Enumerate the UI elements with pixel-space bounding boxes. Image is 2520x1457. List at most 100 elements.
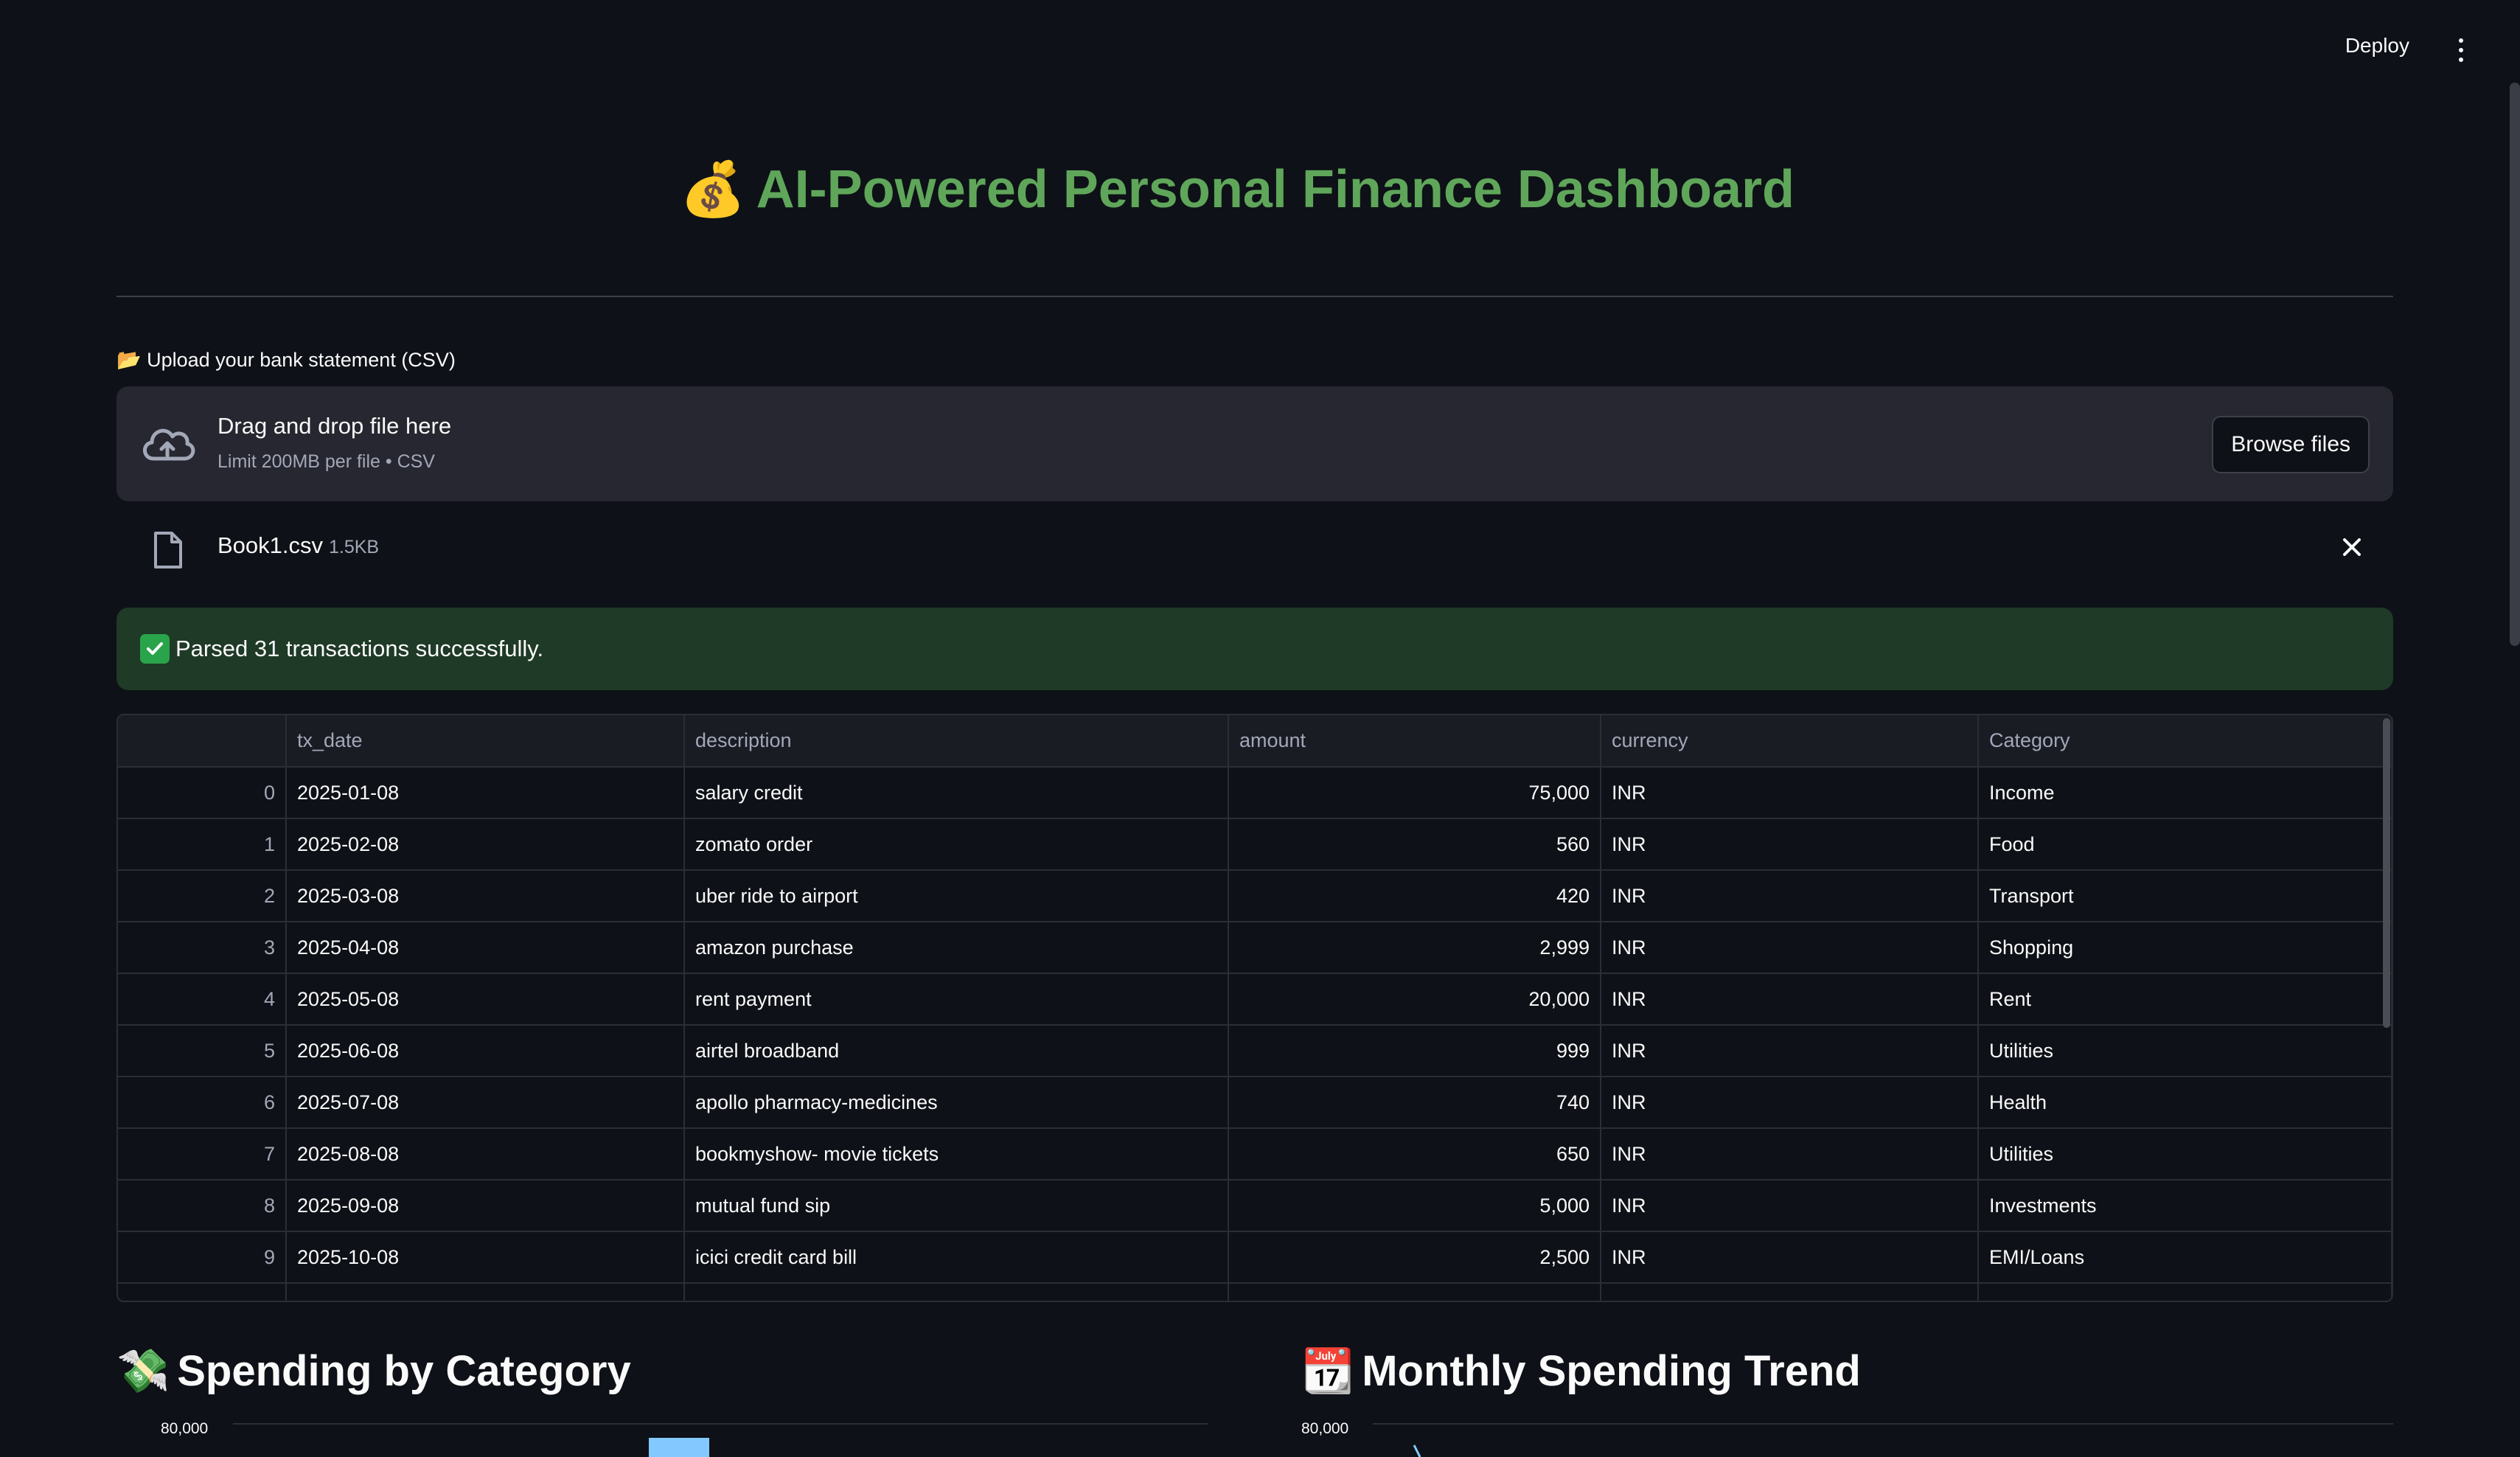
column-header[interactable]: currency [1601, 715, 1979, 768]
amount-cell[interactable]: 2,999 [1228, 922, 1601, 974]
date-cell[interactable]: 2025-04-08 [286, 922, 685, 974]
amount-cell[interactable]: 5,000 [1228, 1180, 1601, 1232]
amount-cell[interactable]: 740 [1228, 1077, 1601, 1129]
file-icon [154, 532, 182, 568]
table-row[interactable]: 1 2025-02-08 zomato order 560 INR Food [118, 818, 2392, 871]
category-cell[interactable]: Utilities [1978, 1025, 2392, 1077]
file-size: 1.5KB [329, 537, 380, 557]
description-cell[interactable]: salary credit [684, 767, 1229, 819]
row-index-cell[interactable]: 2 [118, 870, 287, 922]
row-index-cell[interactable]: 5 [118, 1025, 287, 1077]
category-cell[interactable]: EMI/Loans [1978, 1231, 2392, 1284]
description-cell[interactable]: apollo pharmacy-medicines [684, 1077, 1229, 1129]
table-row[interactable]: 8 2025-09-08 mutual fund sip 5,000 INR Invest… [118, 1180, 2392, 1232]
file-name: Book1.csv [217, 532, 324, 558]
currency-cell[interactable]: INR [1601, 870, 1979, 922]
deploy-button[interactable]: Deploy [2345, 34, 2409, 58]
table-row[interactable]: 6 2025-07-08 apollo pharmacy-medicines 740 I… [118, 1077, 2392, 1129]
browse-files-button[interactable]: Browse files [2212, 416, 2370, 473]
date-cell[interactable]: 2025-01-08 [286, 767, 685, 819]
row-index-cell[interactable]: 3 [118, 922, 287, 974]
row-index-cell[interactable]: 4 [118, 973, 287, 1026]
amount-cell[interactable]: 20,000 [1228, 973, 1601, 1026]
date-cell[interactable]: 2025-03-08 [286, 870, 685, 922]
check-mark-icon [140, 634, 170, 664]
category-cell[interactable]: Transport [1978, 870, 2392, 922]
description-cell[interactable]: bookmyshow- movie tickets [684, 1128, 1229, 1180]
currency-cell[interactable]: INR [1601, 1128, 1979, 1180]
row-index-cell[interactable]: 9 [118, 1231, 287, 1284]
main-menu-icon[interactable] [2457, 38, 2465, 62]
date-cell[interactable]: 2025-07-08 [286, 1077, 685, 1129]
column-header[interactable]: description [684, 715, 1229, 768]
page-title-text: AI-Powered Personal Finance Dashboard [756, 160, 1795, 219]
date-cell[interactable]: 2025-08-08 [286, 1128, 685, 1180]
currency-cell[interactable]: INR [1601, 767, 1979, 819]
category-cell[interactable]: Income [1978, 767, 2392, 819]
currency-cell[interactable]: INR [1601, 818, 1979, 871]
divider [116, 296, 2393, 297]
spending-by-category-title: Spending by Category [177, 1347, 631, 1395]
table-header-row: tx_date description amount currency Cate… [118, 715, 2392, 768]
currency-cell[interactable]: INR [1601, 1077, 1979, 1129]
row-index-cell[interactable]: 1 [118, 818, 287, 871]
y-axis-tick: 80,000 [161, 1420, 209, 1437]
category-cell[interactable]: Rent [1978, 973, 2392, 1026]
table-row[interactable]: 9 2025-10-08 icici credit card bill 2,500 IN… [118, 1231, 2392, 1284]
date-cell[interactable]: 2025-10-08 [286, 1231, 685, 1284]
amount-cell[interactable]: 75,000 [1228, 767, 1601, 819]
spending-by-category-heading: 💸 Spending by Category [116, 1346, 631, 1397]
table-row[interactable]: 7 2025-08-08 bookmyshow- movie tickets 650 I… [118, 1128, 2392, 1180]
amount-cell[interactable]: 2,500 [1228, 1231, 1601, 1284]
monthly-trend-title: Monthly Spending Trend [1362, 1347, 1861, 1395]
column-header[interactable]: tx_date [286, 715, 685, 768]
date-cell[interactable]: 2025-09-08 [286, 1180, 685, 1232]
category-cell[interactable]: Investments [1978, 1180, 2392, 1232]
empty-cell [118, 1283, 287, 1301]
currency-cell[interactable]: INR [1601, 1180, 1979, 1232]
transactions-table[interactable]: tx_date description amount currency Cate… [116, 714, 2393, 1302]
category-cell[interactable]: Shopping [1978, 922, 2392, 974]
currency-cell[interactable]: INR [1601, 1231, 1979, 1284]
amount-cell[interactable]: 999 [1228, 1025, 1601, 1077]
currency-cell[interactable]: INR [1601, 922, 1979, 974]
table-row[interactable]: 5 2025-06-08 airtel broadband 999 INR Utiliti… [118, 1025, 2392, 1077]
row-index-cell[interactable]: 7 [118, 1128, 287, 1180]
amount-cell[interactable]: 650 [1228, 1128, 1601, 1180]
description-cell[interactable]: mutual fund sip [684, 1180, 1229, 1232]
grid-line [233, 1423, 1208, 1425]
series-line [1413, 1444, 1421, 1457]
uploader-label: 📂 Upload your bank statement (CSV) [116, 349, 456, 371]
amount-cell[interactable]: 560 [1228, 818, 1601, 871]
description-cell[interactable]: zomato order [684, 818, 1229, 871]
table-row[interactable]: 4 2025-05-08 rent payment 20,000 INR Rent [118, 973, 2392, 1026]
category-cell[interactable]: Utilities [1978, 1128, 2392, 1180]
calendar-icon: 📆 [1301, 1347, 1355, 1395]
column-header[interactable]: Category [1978, 715, 2392, 768]
column-header[interactable] [118, 715, 287, 768]
file-dropzone[interactable]: Drag and drop file here Limit 200MB per … [116, 386, 2393, 501]
category-cell[interactable]: Health [1978, 1077, 2392, 1129]
description-cell[interactable]: rent payment [684, 973, 1229, 1026]
date-cell[interactable]: 2025-02-08 [286, 818, 685, 871]
description-cell[interactable]: uber ride to airport [684, 870, 1229, 922]
row-index-cell[interactable]: 6 [118, 1077, 287, 1129]
row-index-cell[interactable]: 0 [118, 767, 287, 819]
currency-cell[interactable]: INR [1601, 1025, 1979, 1077]
category-cell[interactable]: Food [1978, 818, 2392, 871]
amount-cell[interactable]: 420 [1228, 870, 1601, 922]
table-row[interactable]: 2 2025-03-08 uber ride to airport 420 INR Tra… [118, 870, 2392, 922]
description-cell[interactable]: airtel broadband [684, 1025, 1229, 1077]
column-header[interactable]: amount [1228, 715, 1601, 768]
description-cell[interactable]: icici credit card bill [684, 1231, 1229, 1284]
table-scrollbar[interactable] [2383, 718, 2390, 1028]
date-cell[interactable]: 2025-06-08 [286, 1025, 685, 1077]
date-cell[interactable]: 2025-05-08 [286, 973, 685, 1026]
description-cell[interactable]: amazon purchase [684, 922, 1229, 974]
table-row[interactable]: 0 2025-01-08 salary credit 75,000 INR Income [118, 767, 2392, 819]
currency-cell[interactable]: INR [1601, 973, 1979, 1026]
row-index-cell[interactable]: 8 [118, 1180, 287, 1232]
page-scrollbar[interactable] [2510, 83, 2520, 646]
close-icon[interactable] [2339, 534, 2365, 560]
table-row[interactable]: 3 2025-04-08 amazon purchase 2,999 INR Shoppi… [118, 922, 2392, 974]
